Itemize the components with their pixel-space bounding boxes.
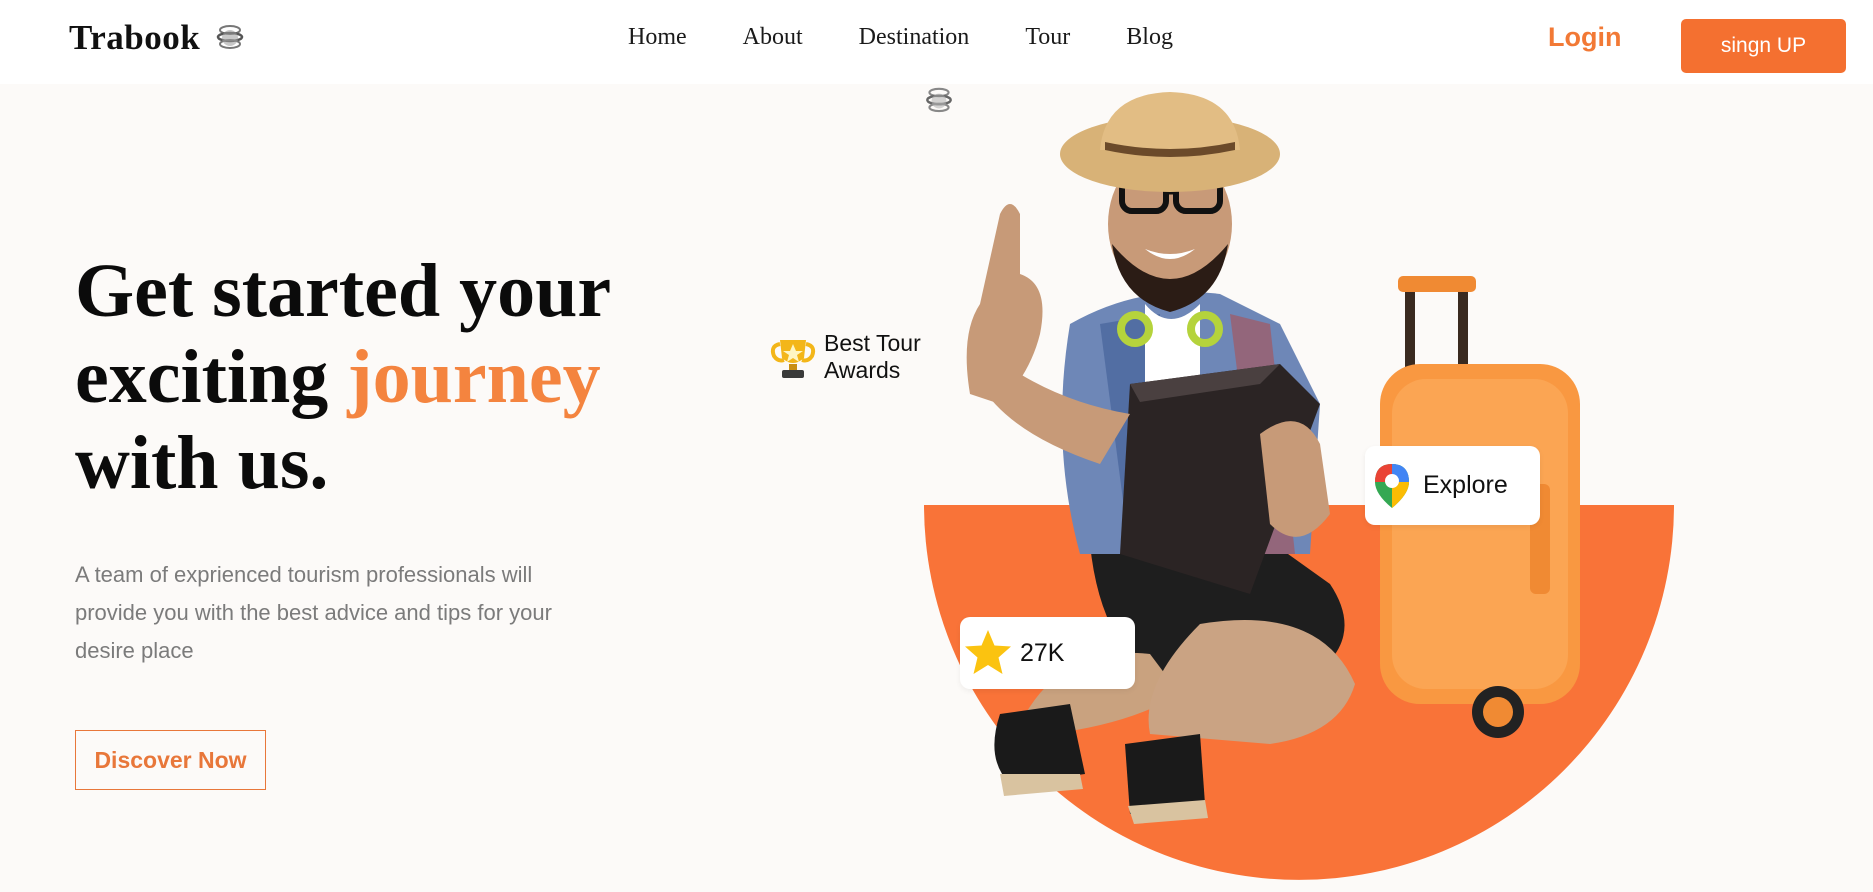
nav-tour[interactable]: Tour <box>1025 24 1070 51</box>
hero-title-line2: exciting <box>75 335 348 419</box>
rating-value: 27K <box>1020 638 1065 667</box>
star-icon <box>965 630 1011 674</box>
best-tour-awards-badge: Best Tour Awards <box>766 322 938 392</box>
hero-title-line1: Get started your <box>75 249 612 333</box>
hero-title: Get started your exciting journey with u… <box>75 248 715 506</box>
hero-traveler-image <box>924 92 1674 880</box>
login-link[interactable]: Login <box>1548 22 1621 53</box>
brand-name: Trabook <box>69 18 201 57</box>
brand-logo[interactable]: Trabook <box>69 18 246 58</box>
globe-icon <box>216 25 244 49</box>
awards-line2: Awards <box>824 357 901 383</box>
right-hand <box>1260 421 1330 537</box>
nav-about[interactable]: About <box>743 24 803 51</box>
map-pin-icon <box>1375 463 1409 508</box>
top-navbar: Trabook Home About Destination Tour Blog… <box>0 0 1873 84</box>
hero-description: A team of exprienced tourism professiona… <box>75 562 552 663</box>
signup-button[interactable]: singn UP <box>1681 19 1846 73</box>
straw-hat <box>1060 92 1280 192</box>
explore-label: Explore <box>1423 471 1508 499</box>
nav-destination[interactable]: Destination <box>859 24 970 51</box>
thumbs-up-arm <box>966 204 1043 404</box>
awards-label: Best Tour Awards <box>824 330 921 384</box>
trophy-icon <box>770 340 816 378</box>
main-nav: Home About Destination Tour Blog <box>628 24 1229 51</box>
hero-title-highlight: journey <box>347 335 601 419</box>
rating-badge: 27K <box>960 617 1135 689</box>
hero-title-line3: with us. <box>75 421 329 505</box>
nav-home[interactable]: Home <box>628 24 687 51</box>
explore-badge[interactable]: Explore <box>1365 446 1540 525</box>
awards-line1: Best Tour <box>824 330 921 356</box>
discover-now-button[interactable]: Discover Now <box>75 730 266 790</box>
nav-blog[interactable]: Blog <box>1126 24 1173 51</box>
